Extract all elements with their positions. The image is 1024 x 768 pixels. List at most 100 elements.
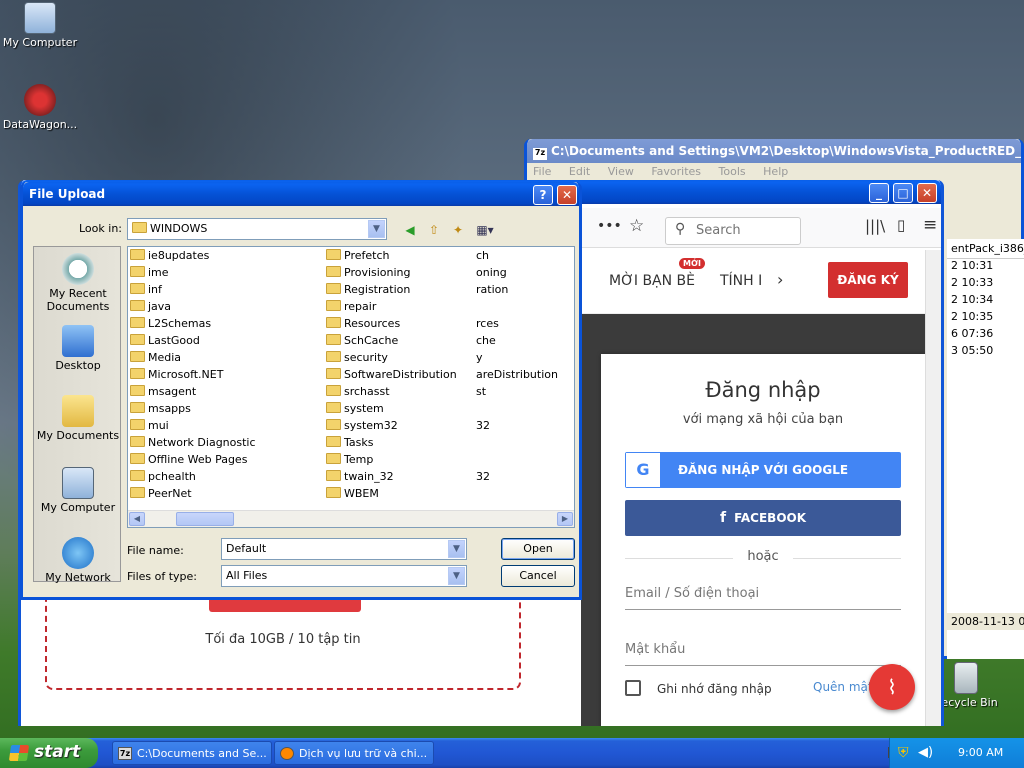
file-item[interactable]: ime	[130, 266, 169, 283]
minimize-button[interactable]: _	[869, 183, 889, 203]
file-item[interactable]: Registration	[326, 283, 410, 300]
remember-checkbox[interactable]	[625, 680, 641, 696]
file-item[interactable]: L2Schemas	[130, 317, 211, 334]
menu-icon[interactable]: ≡	[923, 215, 937, 235]
help-button[interactable]: ?	[533, 185, 553, 205]
file-item[interactable]: security	[326, 351, 388, 368]
security-shield-icon[interactable]: ⛨	[898, 745, 909, 761]
menu-edit[interactable]: Edit	[569, 165, 590, 178]
place-my-network[interactable]: My Network	[34, 537, 122, 584]
file-item[interactable]: che	[476, 334, 496, 351]
horizontal-scrollbar[interactable]: ◀ ▶	[128, 510, 574, 527]
cancel-button[interactable]: Cancel	[501, 565, 575, 587]
place-recent[interactable]: My Recent Documents	[34, 253, 122, 313]
file-item[interactable]: WBEM	[326, 487, 379, 504]
chevron-down-icon[interactable]: ▼	[448, 567, 465, 585]
taskbar-item-zip[interactable]: 7z C:\Documents and Se...	[112, 741, 272, 765]
file-item[interactable]: mui	[130, 419, 169, 436]
menu-favorites[interactable]: Favorites	[651, 165, 701, 178]
file-item[interactable]: LastGood	[130, 334, 200, 351]
file-item[interactable]: Microsoft.NET	[130, 368, 223, 385]
zip-row[interactable]: 2 10:34	[947, 293, 1024, 310]
zip-row[interactable]: 2 10:35	[947, 310, 1024, 327]
file-item[interactable]: Prefetch	[326, 249, 389, 266]
file-item[interactable]: SchCache	[326, 334, 398, 351]
file-item[interactable]: ration	[476, 283, 508, 300]
register-button[interactable]: ĐĂNG KÝ	[828, 262, 908, 298]
file-item[interactable]: oning	[476, 266, 507, 283]
attachment-fab[interactable]: ⌇	[869, 664, 915, 710]
file-item[interactable]: java	[130, 300, 171, 317]
view-menu-icon[interactable]: ▦▾	[473, 222, 497, 238]
file-name-input[interactable]: Default ▼	[221, 538, 467, 560]
file-item[interactable]: ie8updates	[130, 249, 209, 266]
file-item[interactable]: Resources	[326, 317, 400, 334]
library-icon[interactable]: |||\	[865, 217, 885, 235]
scroll-left-icon[interactable]: ◀	[129, 512, 145, 526]
file-item[interactable]: Provisioning	[326, 266, 411, 283]
google-login-button[interactable]: G ĐĂNG NHẬP VỚI GOOGLE	[625, 452, 901, 488]
file-list[interactable]: ie8updates ime inf java L2Schemas LastGood Med…	[127, 246, 575, 528]
file-type-select[interactable]: All Files ▼	[221, 565, 467, 587]
file-item[interactable]: Media	[130, 351, 181, 368]
new-folder-icon[interactable]: ✦	[449, 222, 467, 238]
zip-row[interactable]: 3 05:50	[947, 344, 1024, 361]
menu-tools[interactable]: Tools	[719, 165, 746, 178]
file-item[interactable]: ch	[476, 249, 489, 266]
zip-row[interactable]: 2 10:33	[947, 276, 1024, 293]
bookmark-star-icon[interactable]: ☆	[629, 216, 644, 236]
menu-file[interactable]: File	[533, 165, 551, 178]
scroll-thumb[interactable]	[176, 512, 234, 526]
file-item[interactable]: msapps	[130, 402, 191, 419]
scroll-right-icon[interactable]: ▶	[557, 512, 573, 526]
chevron-right-icon[interactable]: ›	[777, 270, 783, 289]
tinh-link[interactable]: TÍNH I	[720, 273, 762, 289]
invite-friends-link[interactable]: MỜI BẠN BÈ	[609, 273, 695, 289]
file-item[interactable]: system	[326, 402, 384, 419]
file-item[interactable]: inf	[130, 283, 162, 300]
desktop-icon-my-computer[interactable]: My Computer	[0, 2, 80, 49]
maximize-button[interactable]: □	[893, 183, 913, 203]
close-button[interactable]: ✕	[917, 183, 937, 203]
taskbar-item-browser[interactable]: Dịch vụ lưu trữ và chi...	[274, 741, 434, 765]
file-item[interactable]: Offline Web Pages	[130, 453, 247, 470]
file-item[interactable]: 32	[476, 470, 490, 487]
file-item[interactable]: twain_32	[326, 470, 394, 487]
start-button[interactable]: start	[0, 738, 98, 768]
file-item[interactable]: msagent	[130, 385, 196, 402]
place-desktop[interactable]: Desktop	[34, 325, 122, 372]
back-icon[interactable]: ◀	[401, 222, 419, 238]
dialog-close-button[interactable]: ✕	[557, 185, 577, 205]
menu-help[interactable]: Help	[763, 165, 788, 178]
facebook-login-button[interactable]: f FACEBOOK	[625, 500, 901, 536]
file-item[interactable]: srchasst	[326, 385, 390, 402]
sidebar-icon[interactable]: ▯	[897, 216, 905, 234]
email-field[interactable]: Email / Số điện thoại	[625, 580, 901, 610]
zip-file-list[interactable]: entPack_i386_AM 2 10:31 2 10:33 2 10:34 …	[947, 239, 1024, 659]
password-field[interactable]: Mật khẩu	[625, 636, 901, 666]
file-item[interactable]: SoftwareDistribution	[326, 368, 457, 385]
file-item[interactable]: pchealth	[130, 470, 196, 487]
volume-icon[interactable]: ◀)	[918, 745, 933, 760]
file-item[interactable]: PeerNet	[130, 487, 192, 504]
file-upload-dialog[interactable]: File Upload ? ✕ Look in: WINDOWS ▼ ◀ ⇧ ✦…	[20, 182, 582, 600]
place-my-documents[interactable]: My Documents	[34, 395, 122, 442]
file-item[interactable]: y	[476, 351, 483, 368]
up-folder-icon[interactable]: ⇧	[425, 222, 443, 238]
chevron-down-icon[interactable]: ▼	[448, 540, 465, 558]
look-in-combo[interactable]: WINDOWS ▼	[127, 218, 387, 240]
zip-row[interactable]: 6 07:36	[947, 327, 1024, 344]
search-box[interactable]: ⚲ Search	[665, 217, 801, 245]
file-item[interactable]: rces	[476, 317, 499, 334]
file-item[interactable]: system32	[326, 419, 398, 436]
zip-row[interactable]: 2 10:31	[947, 259, 1024, 276]
file-item[interactable]: Network Diagnostic	[130, 436, 256, 453]
open-button[interactable]: Open	[501, 538, 575, 560]
more-icon[interactable]: •••	[597, 218, 622, 234]
file-item[interactable]: st	[476, 385, 486, 402]
menu-view[interactable]: View	[608, 165, 634, 178]
file-item[interactable]: 32	[476, 419, 490, 436]
vertical-scrollbar[interactable]	[925, 250, 941, 726]
desktop-icon-datawagon[interactable]: DataWagon...	[0, 84, 80, 131]
place-my-computer[interactable]: My Computer	[34, 467, 122, 514]
